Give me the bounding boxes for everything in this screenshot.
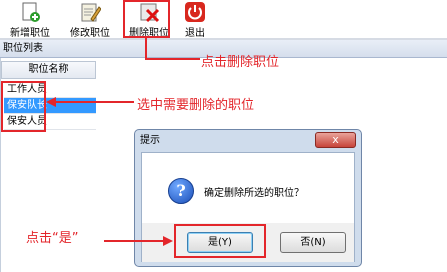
annotation-arrow xyxy=(145,38,147,60)
highlight-yes-button xyxy=(174,224,266,258)
dialog-title: 提示 xyxy=(140,135,160,146)
annotation-click-delete: 点击删除职位 xyxy=(201,55,280,70)
annotation-arrow xyxy=(104,240,164,242)
add-position-button[interactable]: 新增职位 xyxy=(5,1,55,39)
highlight-delete-button xyxy=(123,0,170,38)
dialog-message: 确定删除所选的职位？ xyxy=(204,188,304,199)
edit-position-button[interactable]: 修改职位 xyxy=(65,1,115,39)
add-document-icon xyxy=(22,2,40,22)
power-icon xyxy=(185,2,205,22)
exit-button[interactable]: 退出 xyxy=(180,1,210,39)
annotation-arrow xyxy=(56,101,134,103)
exit-label: 退出 xyxy=(185,28,205,39)
question-icon: ? xyxy=(168,178,194,204)
panel-title: 职位列表 xyxy=(3,43,43,54)
annotation-click-yes: 点击“是” xyxy=(26,231,79,246)
no-button[interactable]: 否(N) xyxy=(280,232,346,253)
annotation-arrowhead xyxy=(163,236,173,246)
edit-position-label: 修改职位 xyxy=(70,28,110,39)
highlight-selected-rows xyxy=(1,81,46,132)
column-header-position-name[interactable]: 职位名称 xyxy=(1,61,96,79)
annotation-arrowhead xyxy=(46,97,56,107)
dialog-close-button[interactable]: x xyxy=(315,132,356,148)
annotation-select-position: 选中需要删除的职位 xyxy=(137,98,255,113)
edit-note-icon xyxy=(81,3,101,22)
toolbar: 新增职位 修改职位 删除职位 退出 xyxy=(0,0,447,40)
annotation-arrow xyxy=(145,58,200,60)
add-position-label: 新增职位 xyxy=(10,28,50,39)
